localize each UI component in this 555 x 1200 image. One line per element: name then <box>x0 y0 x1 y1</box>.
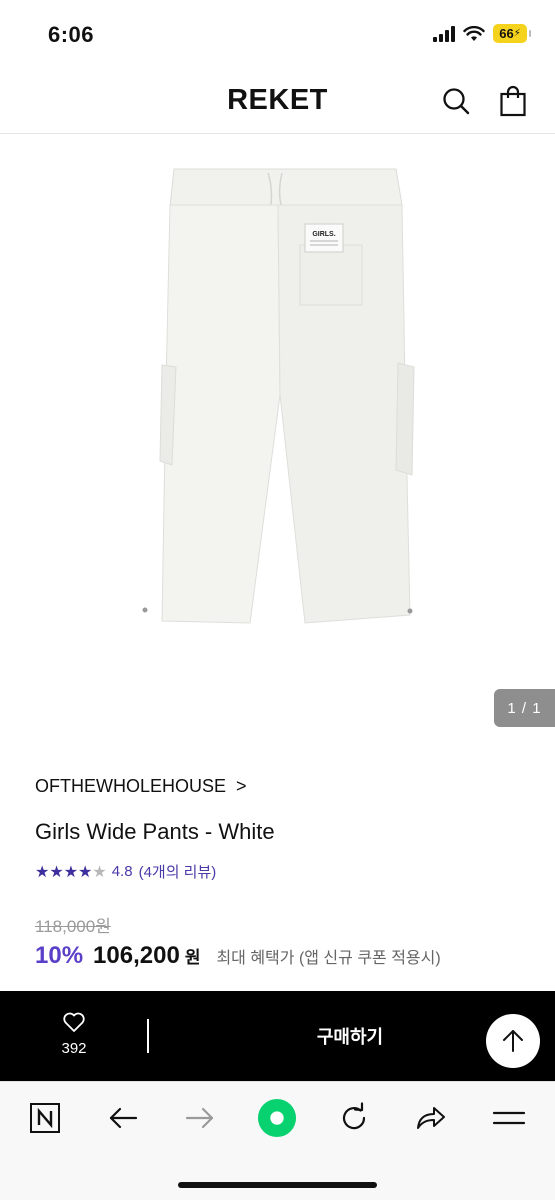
home-green-icon[interactable] <box>257 1098 297 1138</box>
scroll-top-button[interactable] <box>486 1014 540 1068</box>
back-arrow-icon[interactable] <box>103 1098 143 1138</box>
share-icon[interactable] <box>411 1098 451 1138</box>
shopping-bag-icon[interactable] <box>497 84 529 118</box>
cellular-signal-icon <box>433 25 455 42</box>
app-header: REKET <box>0 70 555 134</box>
forward-arrow-icon[interactable] <box>180 1098 220 1138</box>
sale-price: 106,200 <box>93 942 180 969</box>
product-title: Girls Wide Pants - White <box>35 819 275 844</box>
chevron-right-icon: > <box>236 776 247 796</box>
battery-icon: 66 ⚡ <box>493 24 531 43</box>
purchase-bar: 392 구매하기 <box>0 991 555 1081</box>
review-count[interactable]: (4개의 리뷰) <box>139 861 217 882</box>
divider <box>147 1019 149 1053</box>
rating-row[interactable]: ★ ★ ★ ★ ★ 4.8 (4개의 리뷰) <box>35 861 216 882</box>
wifi-icon <box>463 25 485 41</box>
like-button[interactable]: 392 <box>34 1011 114 1061</box>
product-image[interactable]: GIRLS. <box>0 135 555 727</box>
home-indicator <box>178 1182 377 1188</box>
brand-link[interactable]: OFTHEWHOLEHOUSE > <box>35 776 247 797</box>
status-icons: 66 ⚡ <box>433 24 531 43</box>
currency-label: 원 <box>184 948 201 967</box>
image-pager: 1 / 1 <box>494 689 555 727</box>
naver-icon[interactable] <box>25 1098 65 1138</box>
arrow-up-icon <box>503 1030 523 1052</box>
buy-button[interactable]: 구매하기 <box>250 991 450 1081</box>
price-row: 10% 106,200 원 최대 혜택가 (앱 신규 쿠폰 적용시) <box>35 942 441 970</box>
battery-level: 66 <box>499 26 514 41</box>
rating-value: 4.8 <box>111 863 133 880</box>
menu-icon[interactable] <box>489 1098 529 1138</box>
reload-icon[interactable] <box>334 1098 374 1138</box>
heart-icon <box>63 1012 85 1032</box>
status-bar: 6:06 66 ⚡ <box>0 0 555 70</box>
original-price: 118,000원 <box>35 917 111 936</box>
search-icon[interactable] <box>440 84 472 118</box>
brand-name: OFTHEWHOLEHOUSE <box>35 776 227 796</box>
like-count: 392 <box>61 1040 87 1057</box>
star-rating-icon: ★ ★ ★ ★ ★ <box>35 863 107 881</box>
discount-rate: 10% <box>35 942 84 969</box>
pants-label-text: GIRLS. <box>312 231 335 238</box>
pants-illustration: GIRLS. <box>142 168 415 624</box>
status-time: 6:06 <box>48 22 95 47</box>
benefit-note: 최대 혜택가 (앱 신규 쿠폰 적용시) <box>216 950 441 967</box>
